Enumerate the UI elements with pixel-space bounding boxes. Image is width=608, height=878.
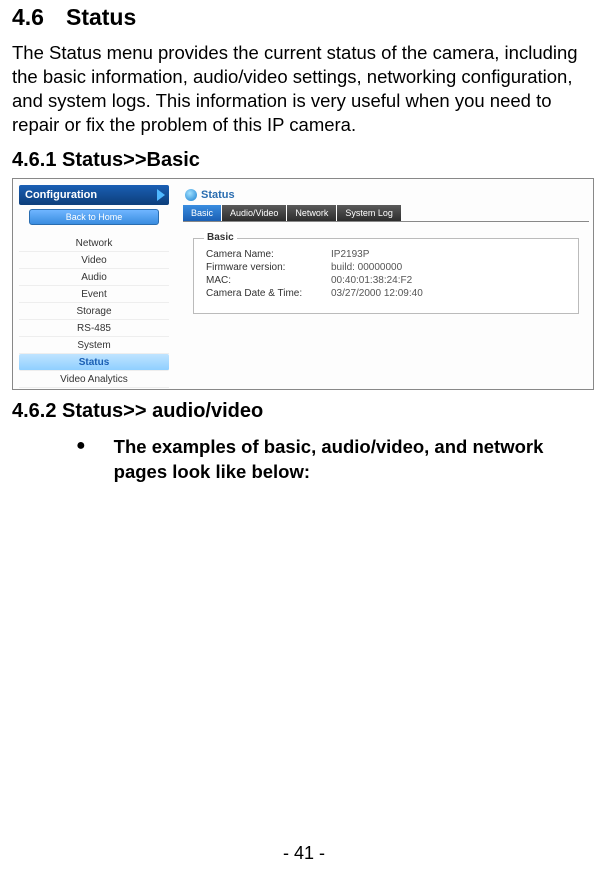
page-number: - 41 - <box>0 843 608 864</box>
sidebar-item-network[interactable]: Network <box>19 235 169 252</box>
field-row: Camera Name:IP2193P <box>206 249 566 260</box>
field-value: IP2193P <box>331 249 369 260</box>
field-value: 03/27/2000 12:09:40 <box>331 288 423 299</box>
section-number: 4.6 <box>12 4 44 31</box>
sidebar-item-system[interactable]: System <box>19 337 169 354</box>
subsection-2-heading: 4.6.2 Status>> audio/video <box>12 400 596 423</box>
field-label: Camera Date & Time: <box>206 288 331 299</box>
subsection-1-heading: 4.6.1 Status>>Basic <box>12 149 596 172</box>
status-header: Status <box>183 185 589 205</box>
sidebar-item-video-analytics[interactable]: Video Analytics <box>19 371 169 388</box>
field-label: Camera Name: <box>206 249 331 260</box>
sidebar-item-event[interactable]: Event <box>19 286 169 303</box>
status-icon <box>185 189 197 201</box>
field-value: build: 00000000 <box>331 262 402 273</box>
sidebar-item-status[interactable]: Status <box>19 354 169 371</box>
back-to-home-button[interactable]: Back to Home <box>29 209 159 225</box>
field-label: MAC: <box>206 275 331 286</box>
bullet-icon: ● <box>76 435 86 457</box>
bullet-item: ● The examples of basic, audio/video, an… <box>76 435 596 485</box>
section-description: The Status menu provides the current sta… <box>12 41 596 137</box>
basic-fieldset: Basic Camera Name:IP2193PFirmware versio… <box>193 238 579 314</box>
configuration-button[interactable]: Configuration <box>19 185 169 205</box>
sidebar-item-rs-485[interactable]: RS-485 <box>19 320 169 337</box>
field-label: Firmware version: <box>206 262 331 273</box>
tab-system-log[interactable]: System Log <box>337 205 401 221</box>
field-rows: Camera Name:IP2193PFirmware version:buil… <box>206 249 566 299</box>
content-area: Status BasicAudio/VideoNetworkSystem Log… <box>183 185 589 314</box>
sidebar: Configuration Back to Home NetworkVideoA… <box>19 185 169 388</box>
sidebar-item-audio[interactable]: Audio <box>19 269 169 286</box>
status-basic-screenshot: Configuration Back to Home NetworkVideoA… <box>12 178 594 390</box>
nav-list: NetworkVideoAudioEventStorageRS-485Syste… <box>19 235 169 388</box>
status-title: Status <box>201 189 235 201</box>
fieldset-legend: Basic <box>204 232 237 243</box>
configuration-label: Configuration <box>25 189 97 201</box>
field-row: Camera Date & Time:03/27/2000 12:09:40 <box>206 288 566 299</box>
tab-network[interactable]: Network <box>287 205 336 221</box>
sidebar-item-video[interactable]: Video <box>19 252 169 269</box>
field-value: 00:40:01:38:24:F2 <box>331 275 412 286</box>
tab-audio-video[interactable]: Audio/Video <box>222 205 286 221</box>
bullet-list: ● The examples of basic, audio/video, an… <box>12 435 596 485</box>
sidebar-item-storage[interactable]: Storage <box>19 303 169 320</box>
section-heading: 4.6 Status <box>12 4 596 31</box>
field-row: MAC:00:40:01:38:24:F2 <box>206 275 566 286</box>
back-label: Back to Home <box>66 212 123 222</box>
tab-bar: BasicAudio/VideoNetworkSystem Log <box>183 205 589 222</box>
bullet-text: The examples of basic, audio/video, and … <box>114 435 596 485</box>
tab-basic[interactable]: Basic <box>183 205 221 221</box>
section-title: Status <box>66 4 136 30</box>
field-row: Firmware version:build: 00000000 <box>206 262 566 273</box>
